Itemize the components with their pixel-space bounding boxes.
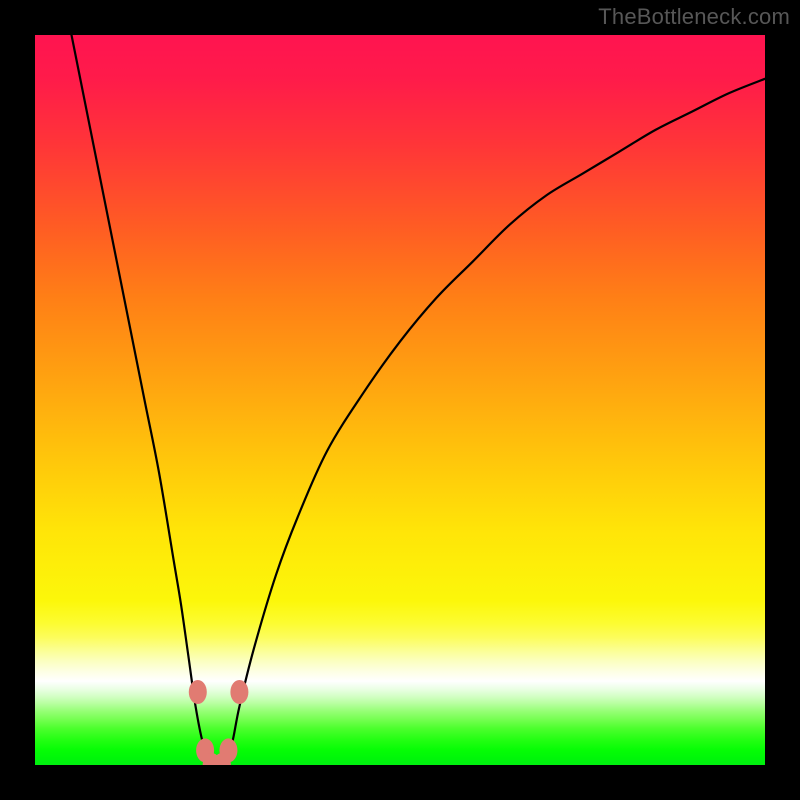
chart-area [35, 35, 765, 765]
bottleneck-curve-path [72, 35, 766, 765]
curve-marker [230, 680, 248, 704]
outer-frame: TheBottleneck.com [0, 0, 800, 800]
watermark-text: TheBottleneck.com [598, 4, 790, 30]
curve-marker [189, 680, 207, 704]
bottleneck-curve-svg [35, 35, 765, 765]
